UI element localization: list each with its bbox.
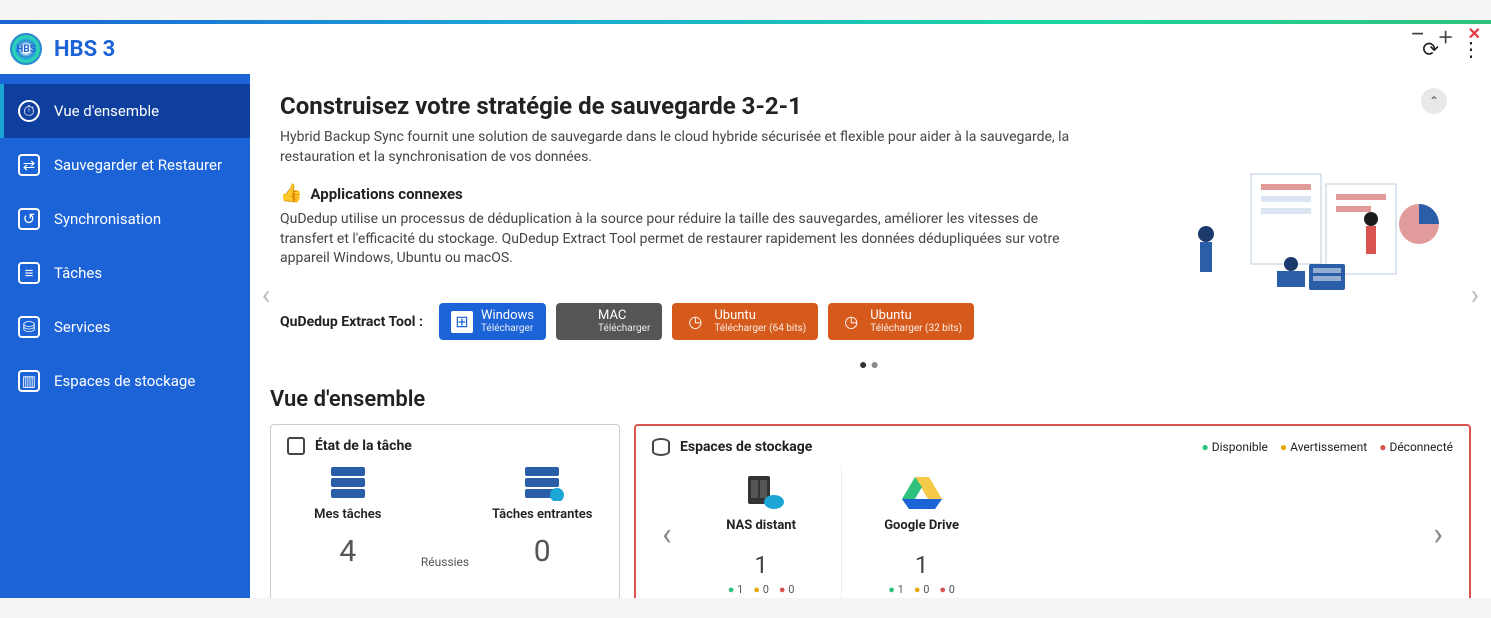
windows-icon: ⊞: [451, 311, 473, 333]
app-logo-icon: HBS: [10, 33, 42, 65]
storage-item-nas[interactable]: NAS distant 1 1 0 0: [682, 466, 842, 598]
download-ubuntu64-button[interactable]: ◷ UbuntuTélécharger (64 bits): [672, 303, 818, 340]
download-windows-button[interactable]: ⊞ WindowsTélécharger: [439, 303, 546, 340]
sidebar-item-label: Services: [54, 318, 111, 336]
tasks-icon: ≡: [18, 262, 40, 284]
storage-next-button[interactable]: ›: [1423, 515, 1453, 553]
ubuntu-icon: ◷: [684, 311, 706, 333]
app-header: HBS HBS 3 ⟳ ⋮: [0, 24, 1491, 74]
sidebar-item-storage[interactable]: ▥ Espaces de stockage: [0, 354, 250, 408]
storage-icon: ▥: [18, 370, 40, 392]
related-apps-title: Applications connexes: [310, 185, 462, 203]
sync-icon: ↺: [18, 208, 40, 230]
apple-icon: [568, 311, 590, 333]
overview-title: Vue d'ensemble: [250, 379, 1491, 420]
incoming-tasks-label: Tâches entrantes: [492, 507, 592, 522]
nas-cloud-icon: [682, 472, 841, 512]
storage-item-gdrive[interactable]: Google Drive 1 1 0 0: [842, 466, 1002, 598]
window-close-button[interactable]: ✕: [1464, 24, 1485, 48]
task-state-title: État de la tâche: [315, 438, 412, 454]
hero-subtitle: Hybrid Backup Sync fournit une solution …: [280, 128, 1080, 167]
services-icon: ⛁: [18, 316, 40, 338]
sidebar: ⏱ Vue d'ensemble ⇄ Sauvegarder et Restau…: [0, 74, 250, 598]
main-content: ‹ › ⌃ Construisez votre stratégie de sau…: [250, 74, 1491, 598]
google-drive-icon: [842, 472, 1002, 512]
sidebar-item-backup-restore[interactable]: ⇄ Sauvegarder et Restaurer: [0, 138, 250, 192]
hero-title: Construisez votre stratégie de sauvegard…: [280, 92, 1461, 120]
sidebar-item-label: Synchronisation: [54, 210, 161, 228]
hero-illustration: [1161, 164, 1441, 324]
app-title: HBS 3: [54, 37, 115, 62]
storage-prev-button[interactable]: ‹: [652, 515, 682, 553]
sidebar-item-sync[interactable]: ↺ Synchronisation: [0, 192, 250, 246]
task-state-card: État de la tâche Mes tâches 4 Réussies: [270, 424, 620, 598]
database-icon: [652, 438, 670, 456]
sidebar-item-label: Espaces de stockage: [54, 372, 195, 390]
sidebar-item-tasks[interactable]: ≡ Tâches: [0, 246, 250, 300]
storage-title: Espaces de stockage: [680, 439, 812, 455]
sidebar-item-label: Vue d'ensemble: [54, 102, 159, 120]
gauge-icon: ⏱: [18, 100, 40, 122]
ubuntu-icon: ◷: [840, 311, 862, 333]
hero-pager[interactable]: ●●: [250, 352, 1491, 379]
extract-tool-label: QuDedup Extract Tool :: [280, 314, 423, 330]
sidebar-item-label: Tâches: [54, 264, 102, 282]
window-minimize-button[interactable]: —: [1407, 24, 1427, 48]
sidebar-item-services[interactable]: ⛁ Services: [0, 300, 250, 354]
thumbs-up-icon: 👍: [280, 183, 302, 204]
sidebar-item-label: Sauvegarder et Restaurer: [54, 156, 222, 174]
my-tasks-count: 4: [339, 528, 356, 569]
related-apps-text: QuDedup utilise un processus de déduplic…: [280, 210, 1080, 269]
sidebar-item-overview[interactable]: ⏱ Vue d'ensemble: [0, 84, 250, 138]
window-maximize-button[interactable]: ＋: [1434, 24, 1458, 48]
briefcase-icon: [287, 437, 305, 455]
success-label: Réussies: [421, 555, 469, 569]
server-stack-icon: [325, 465, 371, 501]
storage-spaces-card: Espaces de stockage Disponible Avertisse…: [634, 424, 1471, 598]
server-stack-incoming-icon: [519, 465, 565, 501]
storage-legend: Disponible Avertissement Déconnecté: [1202, 440, 1453, 454]
my-tasks-label: Mes tâches: [314, 507, 381, 522]
download-ubuntu32-button[interactable]: ◷ UbuntuTélécharger (32 bits): [828, 303, 974, 340]
download-mac-button[interactable]: MACTélécharger: [556, 303, 662, 340]
backup-icon: ⇄: [18, 154, 40, 176]
incoming-tasks-count: 0: [534, 528, 551, 569]
